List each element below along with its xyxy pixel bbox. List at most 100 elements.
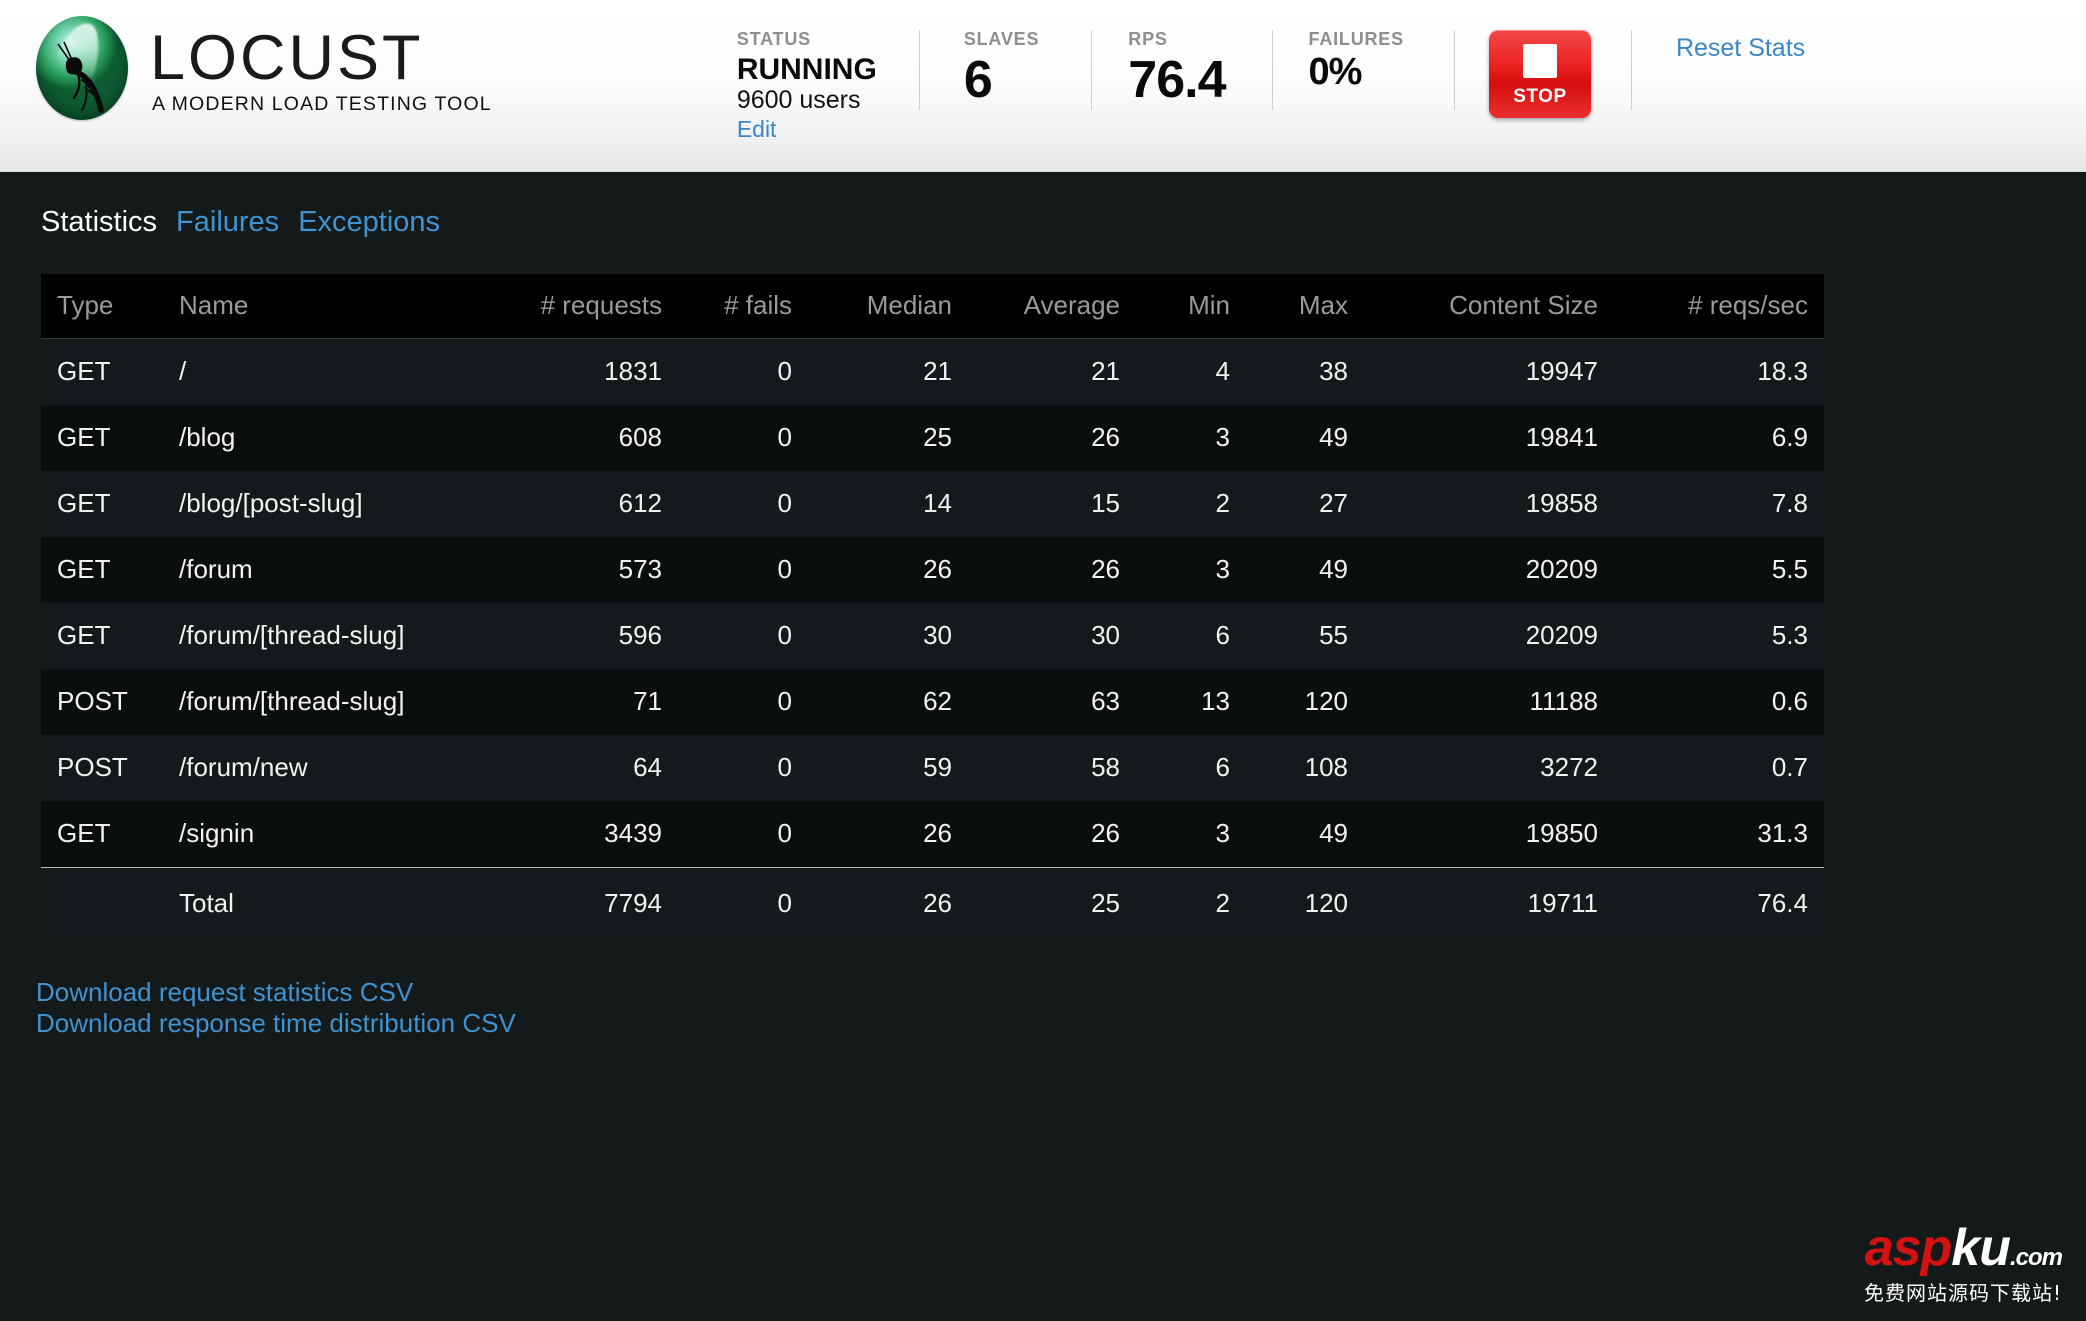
cell-fails: 0 <box>678 669 808 735</box>
table-header-row: Type Name # requests # fails Median Aver… <box>41 274 1824 339</box>
table-body: GET / 1831 0 21 21 4 38 19947 18.3 GET /… <box>41 339 1824 938</box>
statistics-table-wrap: Type Name # requests # fails Median Aver… <box>0 237 2086 937</box>
col-max[interactable]: Max <box>1246 274 1364 339</box>
failures-block: FAILURES 0% <box>1272 30 1454 110</box>
status-user-count: 9600 users <box>737 86 877 116</box>
cell-name: /forum/new <box>163 735 493 801</box>
cell-content-size: 19947 <box>1364 339 1614 406</box>
status-value: RUNNING <box>737 53 877 86</box>
cell-name: /forum/[thread-slug] <box>163 669 493 735</box>
cell-reqs-sec: 31.3 <box>1614 801 1824 868</box>
slaves-block: SLAVES 6 <box>919 30 1091 110</box>
cell-min: 13 <box>1136 669 1246 735</box>
cell-average: 21 <box>968 339 1136 406</box>
cell-average: 26 <box>968 801 1136 868</box>
cell-max: 120 <box>1246 868 1364 938</box>
cell-reqs-sec: 18.3 <box>1614 339 1824 406</box>
cell-min: 4 <box>1136 339 1246 406</box>
cell-requests: 612 <box>493 471 678 537</box>
cell-max: 120 <box>1246 669 1364 735</box>
cell-min: 3 <box>1136 801 1246 868</box>
cell-min: 3 <box>1136 405 1246 471</box>
watermark-logo: aspku.com <box>1864 1222 2062 1274</box>
cell-median: 14 <box>808 471 968 537</box>
cell-fails: 0 <box>678 471 808 537</box>
cell-requests: 3439 <box>493 801 678 868</box>
col-name[interactable]: Name <box>163 274 493 339</box>
cell-average: 58 <box>968 735 1136 801</box>
col-type[interactable]: Type <box>41 274 163 339</box>
cell-median: 26 <box>808 537 968 603</box>
cell-requests: 64 <box>493 735 678 801</box>
cell-max: 27 <box>1246 471 1364 537</box>
main-content: Statistics Failures Exceptions Type Name… <box>0 172 2086 1320</box>
download-links: Download request statistics CSV Download… <box>0 937 2086 1038</box>
cell-median: 26 <box>808 868 968 938</box>
table-row: GET /blog 608 0 25 26 3 49 19841 6.9 <box>41 405 1824 471</box>
col-content-size[interactable]: Content Size <box>1364 274 1614 339</box>
status-label: STATUS <box>737 30 877 48</box>
cell-max: 49 <box>1246 537 1364 603</box>
cell-fails: 0 <box>678 735 808 801</box>
tab-failures[interactable]: Failures <box>176 208 279 237</box>
cell-average: 63 <box>968 669 1136 735</box>
table-row: POST /forum/[thread-slug] 71 0 62 63 13 … <box>41 669 1824 735</box>
cell-fails: 0 <box>678 339 808 406</box>
cell-max: 108 <box>1246 735 1364 801</box>
cell-type: POST <box>41 669 163 735</box>
table-header: Type Name # requests # fails Median Aver… <box>41 274 1824 339</box>
tab-statistics[interactable]: Statistics <box>41 208 157 237</box>
col-requests[interactable]: # requests <box>493 274 678 339</box>
col-reqs-sec[interactable]: # reqs/sec <box>1614 274 1824 339</box>
cell-fails: 0 <box>678 405 808 471</box>
table-row: GET / 1831 0 21 21 4 38 19947 18.3 <box>41 339 1824 406</box>
cell-type: GET <box>41 471 163 537</box>
tab-exceptions[interactable]: Exceptions <box>298 208 440 237</box>
cell-type: GET <box>41 603 163 669</box>
cell-median: 21 <box>808 339 968 406</box>
stop-button[interactable]: STOP <box>1489 30 1591 118</box>
watermark: aspku.com 免费网站源码下载站! <box>1864 1222 2062 1306</box>
cell-content-size: 20209 <box>1364 603 1614 669</box>
cell-median: 30 <box>808 603 968 669</box>
cell-requests: 7794 <box>493 868 678 938</box>
cell-requests: 608 <box>493 405 678 471</box>
col-average[interactable]: Average <box>968 274 1136 339</box>
cell-requests: 596 <box>493 603 678 669</box>
watermark-subtitle: 免费网站源码下载站! <box>1864 1277 2062 1306</box>
rps-label: RPS <box>1128 30 1225 48</box>
cell-median: 25 <box>808 405 968 471</box>
edit-link[interactable]: Edit <box>737 116 877 143</box>
cell-type: GET <box>41 537 163 603</box>
locust-bug-icon <box>28 14 136 122</box>
cell-max: 49 <box>1246 405 1364 471</box>
cell-max: 55 <box>1246 603 1364 669</box>
failures-label: FAILURES <box>1309 30 1404 48</box>
reset-stats-cell: Reset Stats <box>1631 30 1805 110</box>
cell-average: 25 <box>968 868 1136 938</box>
col-min[interactable]: Min <box>1136 274 1246 339</box>
cell-content-size: 19711 <box>1364 868 1614 938</box>
cell-fails: 0 <box>678 868 808 938</box>
reset-stats-link[interactable]: Reset Stats <box>1676 34 1805 63</box>
col-fails[interactable]: # fails <box>678 274 808 339</box>
cell-min: 2 <box>1136 868 1246 938</box>
cell-average: 30 <box>968 603 1136 669</box>
cell-min: 6 <box>1136 735 1246 801</box>
cell-content-size: 19858 <box>1364 471 1614 537</box>
cell-median: 26 <box>808 801 968 868</box>
table-row: GET /signin 3439 0 26 26 3 49 19850 31.3 <box>41 801 1824 868</box>
cell-type: GET <box>41 405 163 471</box>
rps-block: RPS 76.4 <box>1091 30 1271 110</box>
table-row: POST /forum/new 64 0 59 58 6 108 3272 0.… <box>41 735 1824 801</box>
table-row: GET /blog/[post-slug] 612 0 14 15 2 27 1… <box>41 471 1824 537</box>
cell-reqs-sec: 7.8 <box>1614 471 1824 537</box>
status-block: STATUS RUNNING 9600 users Edit <box>737 30 919 110</box>
download-response-time-distribution-csv-link[interactable]: Download response time distribution CSV <box>36 1008 2086 1039</box>
download-request-statistics-csv-link[interactable]: Download request statistics CSV <box>36 977 2086 1008</box>
cell-average: 26 <box>968 405 1136 471</box>
table-total-row: Total 7794 0 26 25 2 120 19711 76.4 <box>41 868 1824 938</box>
col-median[interactable]: Median <box>808 274 968 339</box>
tab-bar: Statistics Failures Exceptions <box>0 172 2086 237</box>
cell-type: GET <box>41 339 163 406</box>
